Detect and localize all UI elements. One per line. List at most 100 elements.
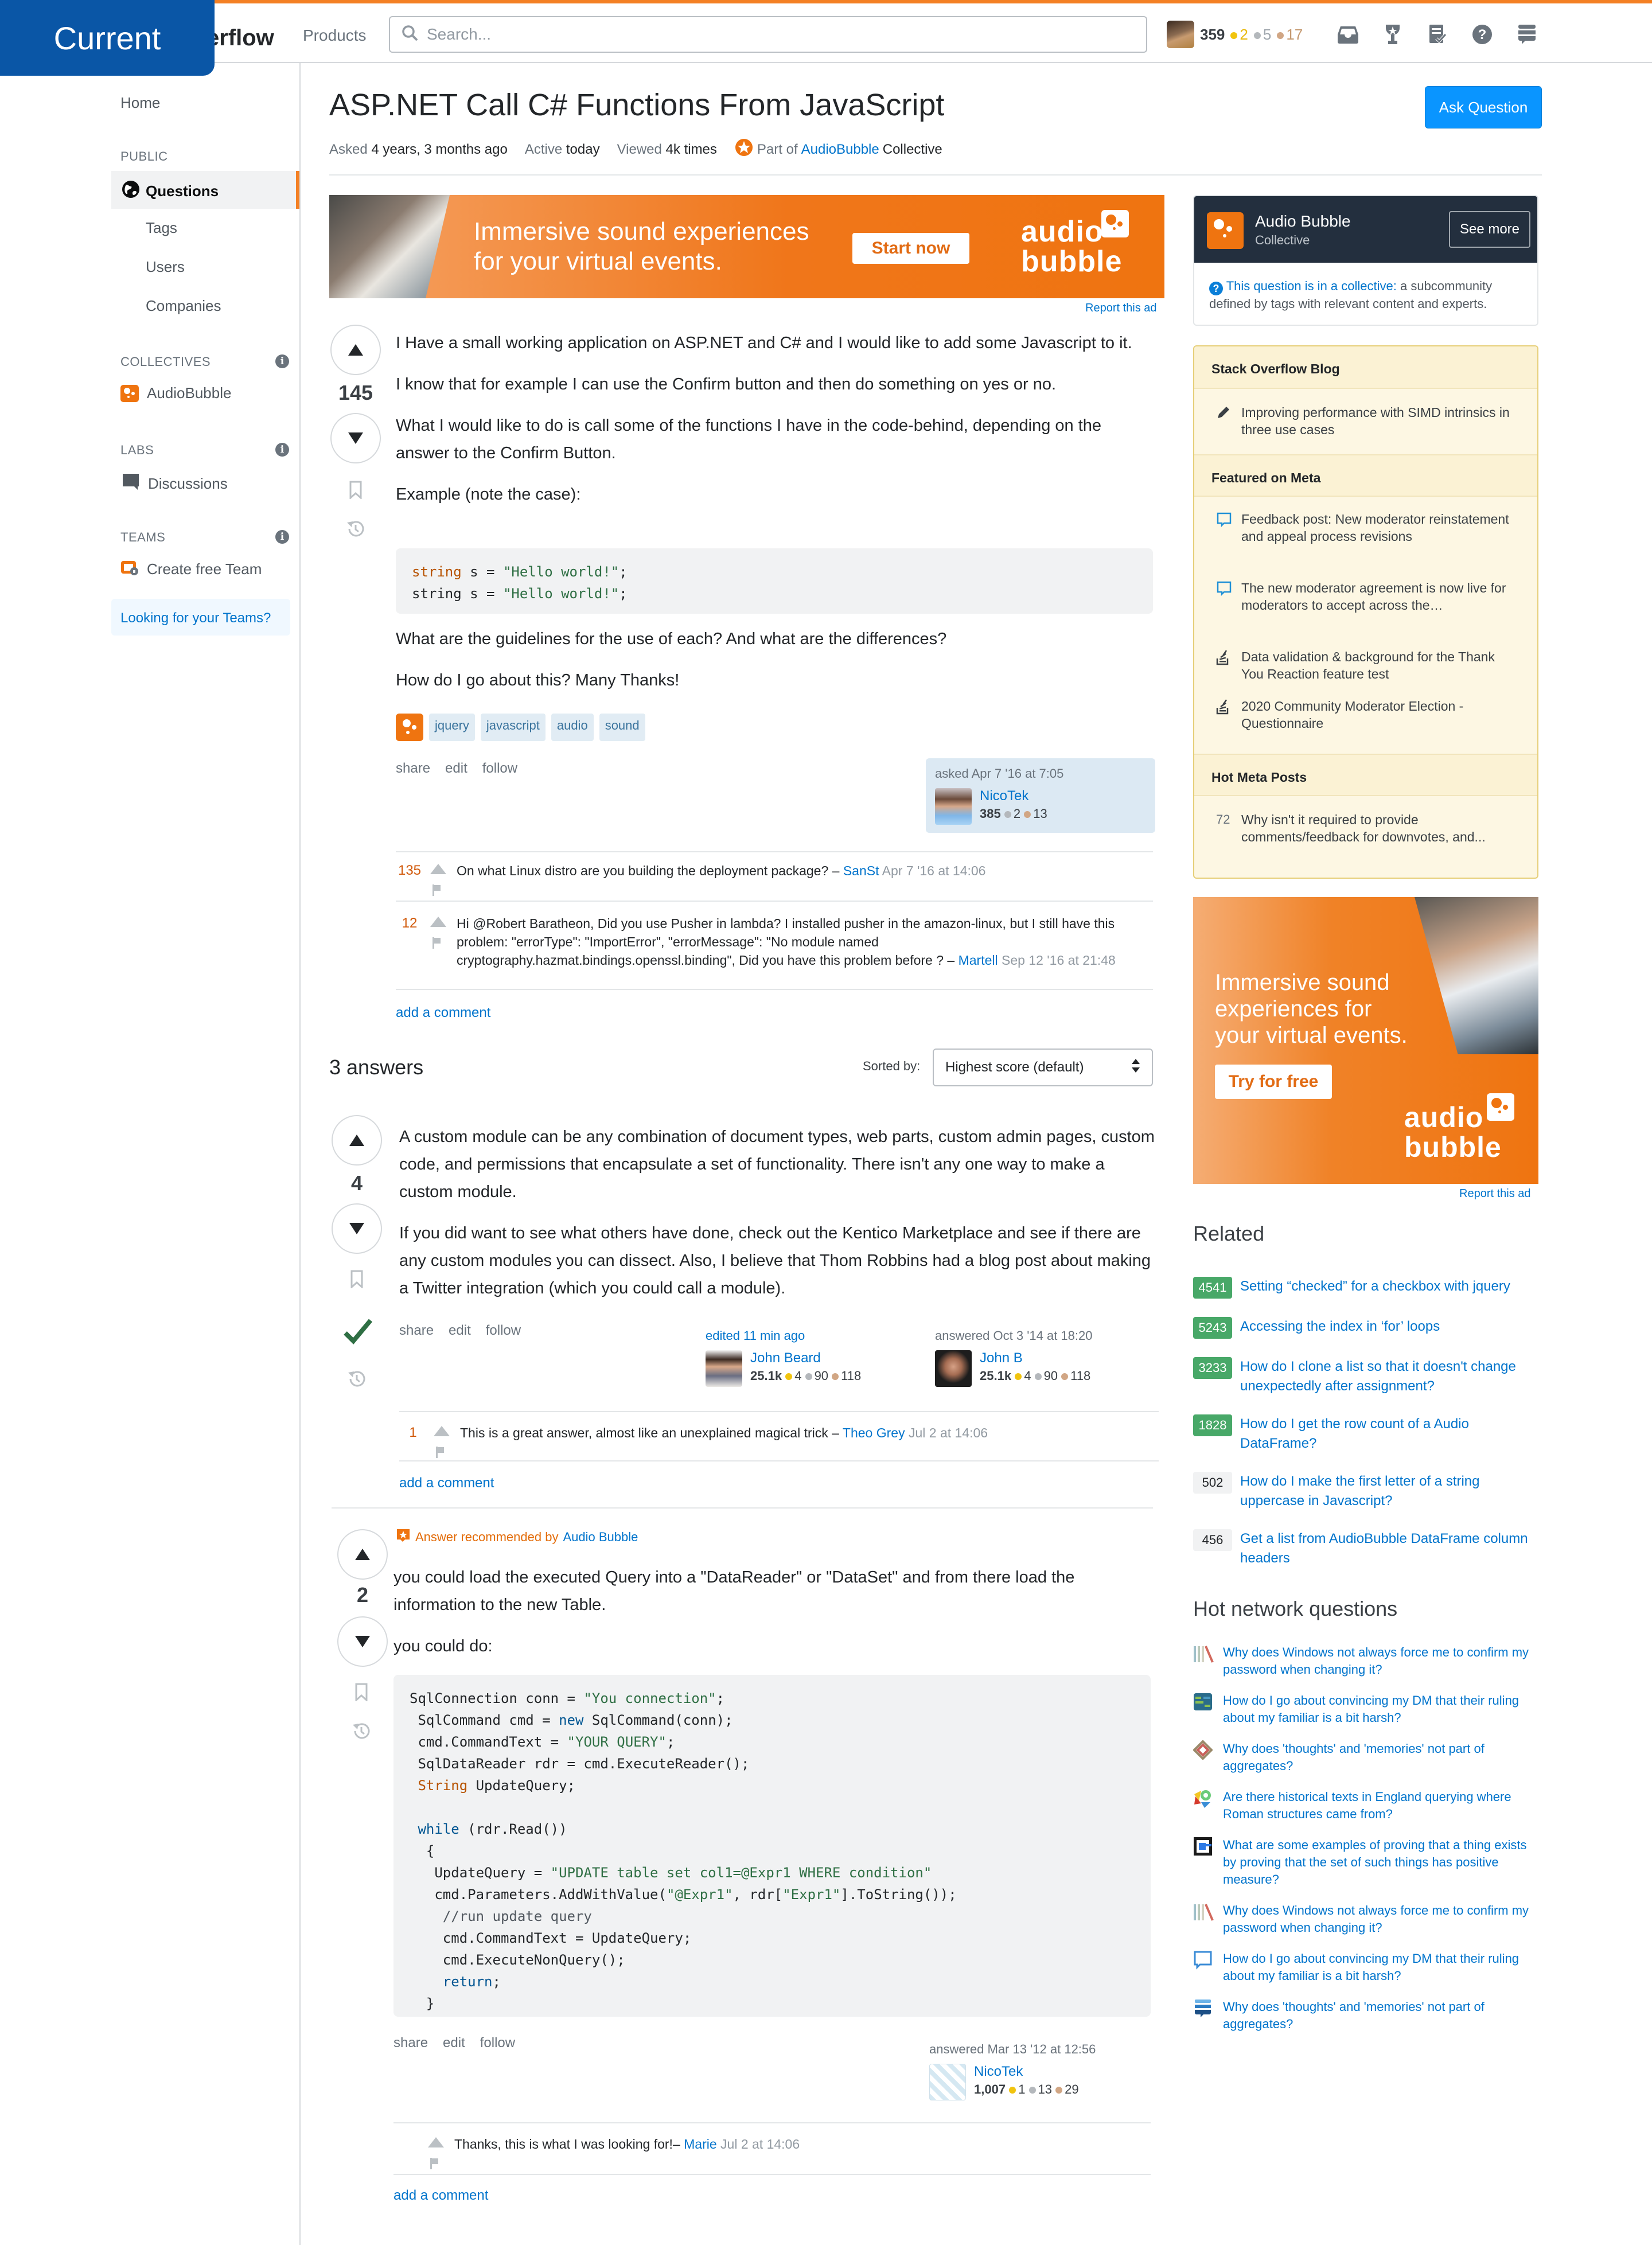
- related-item[interactable]: 4541 Setting “checked” for a checkbox wit…: [1193, 1277, 1537, 1299]
- hot-network-link[interactable]: Why does 'thoughts' and 'memories' not p…: [1223, 1740, 1537, 1775]
- comment-user-link[interactable]: Theo Grey: [843, 1425, 905, 1440]
- comment-user-link[interactable]: Martell: [959, 953, 998, 968]
- sidebar-item-home[interactable]: Home: [120, 94, 160, 112]
- answer-upvote-button[interactable]: [332, 1115, 382, 1166]
- tag-jquery[interactable]: jquery: [429, 714, 475, 741]
- collective-link[interactable]: AudioBubble: [801, 142, 879, 158]
- related-link[interactable]: How do I get the row count of a Audio Da…: [1240, 1414, 1537, 1453]
- review-icon[interactable]: [1426, 23, 1449, 46]
- hot-network-item[interactable]: How do I go about convincing my DM that …: [1193, 1692, 1537, 1726]
- user-name-link[interactable]: John Beard: [750, 1350, 861, 1366]
- site-logo[interactable]: erflow: [206, 25, 274, 51]
- hot-network-item[interactable]: Are there historical texts in England qu…: [1193, 1788, 1537, 1823]
- edit-link[interactable]: edit: [443, 2035, 465, 2051]
- user-name-link[interactable]: John B: [980, 1350, 1090, 1366]
- audiobubble-logo-icon[interactable]: [1207, 212, 1244, 249]
- flag-icon[interactable]: [436, 1444, 444, 1458]
- help-icon[interactable]: ?: [1471, 23, 1494, 46]
- comment-user-link[interactable]: SanSt: [843, 863, 879, 878]
- ad-start-now-button[interactable]: Start now: [852, 233, 969, 264]
- tag-audio[interactable]: audio: [551, 714, 594, 741]
- hot-network-item[interactable]: Why does 'thoughts' and 'memories' not p…: [1193, 1998, 1537, 2033]
- report-ad-link[interactable]: Report this ad: [1085, 302, 1157, 315]
- collective-info-link[interactable]: This question is in a collective:: [1226, 279, 1397, 293]
- teams-info-icon[interactable]: i: [275, 530, 289, 544]
- flag-icon[interactable]: [430, 2156, 438, 2169]
- sidebar-item-questions-label[interactable]: Questions: [122, 180, 219, 202]
- comment-user-link[interactable]: Marie: [684, 2137, 717, 2152]
- labs-info-icon[interactable]: i: [275, 443, 289, 457]
- related-link[interactable]: How do I make the first letter of a stri…: [1240, 1472, 1537, 1511]
- meta-item[interactable]: Feedback post: New moderator reinstateme…: [1216, 510, 1514, 545]
- avatar[interactable]: [1167, 21, 1194, 48]
- see-more-button[interactable]: See more: [1449, 211, 1530, 248]
- hot-network-item[interactable]: Why does Windows not always force me to …: [1193, 1902, 1537, 1936]
- history-icon[interactable]: [345, 1367, 368, 1390]
- search-input[interactable]: [427, 25, 1115, 44]
- related-link[interactable]: Get a list from AudioBubble DataFrame co…: [1240, 1529, 1537, 1568]
- teams-link[interactable]: Looking for your Teams?: [111, 599, 290, 636]
- related-link[interactable]: How do I clone a list so that it doesn't…: [1240, 1357, 1537, 1396]
- share-link[interactable]: share: [399, 1323, 434, 1339]
- question-upvote-button[interactable]: [330, 325, 381, 375]
- comment-upvote-icon[interactable]: [430, 917, 446, 927]
- related-item[interactable]: 456 Get a list from AudioBubble DataFrame…: [1193, 1529, 1537, 1568]
- tag-sound[interactable]: sound: [599, 714, 645, 741]
- sidebar-item-audiobubble[interactable]: AudioBubble: [120, 384, 231, 402]
- comment-upvote-icon[interactable]: [430, 864, 446, 874]
- user-card[interactable]: 359 2 5 17: [1167, 21, 1303, 48]
- banner-ad[interactable]: Immersive sound experiences for your virt…: [329, 195, 1164, 298]
- share-link[interactable]: share: [393, 2035, 428, 2051]
- share-link[interactable]: share: [396, 761, 430, 777]
- comment-upvote-icon[interactable]: [428, 2137, 444, 2147]
- sidebar-item-tags[interactable]: Tags: [146, 219, 177, 237]
- add-comment-link[interactable]: add a comment: [396, 1005, 490, 1021]
- user-avatar[interactable]: [706, 1350, 742, 1387]
- follow-link[interactable]: follow: [480, 2035, 515, 2051]
- collectives-info-icon[interactable]: i: [275, 354, 289, 368]
- user-avatar[interactable]: [935, 788, 972, 825]
- ad-try-free-button[interactable]: Try for free: [1215, 1065, 1332, 1099]
- related-link[interactable]: Setting “checked” for a checkbox with jq…: [1240, 1277, 1510, 1299]
- user-name-link[interactable]: NicoTek: [974, 2064, 1079, 2080]
- report-ad-link[interactable]: Report this ad: [1459, 1187, 1531, 1201]
- hot-meta-item[interactable]: 72 Why isn't it required to provide comm…: [1216, 811, 1514, 845]
- hot-network-link[interactable]: Why does Windows not always force me to …: [1223, 1644, 1537, 1678]
- related-item[interactable]: 1828 How do I get the row count of a Audi…: [1193, 1414, 1537, 1453]
- follow-link[interactable]: follow: [486, 1323, 521, 1339]
- hot-network-item[interactable]: How do I go about convincing my DM that …: [1193, 1950, 1537, 1985]
- hot-network-link[interactable]: Why does Windows not always force me to …: [1223, 1902, 1537, 1936]
- add-comment-link[interactable]: add a comment: [393, 2188, 488, 2204]
- hot-network-link[interactable]: How do I go about convincing my DM that …: [1223, 1692, 1537, 1726]
- add-comment-link[interactable]: add a comment: [399, 1475, 494, 1491]
- answer-downvote-button[interactable]: [337, 1616, 388, 1667]
- related-link[interactable]: Accessing the index in ‘for’ loops: [1240, 1317, 1440, 1339]
- hot-network-link[interactable]: How do I go about convincing my DM that …: [1223, 1950, 1537, 1985]
- related-item[interactable]: 5243 Accessing the index in ‘for’ loops: [1193, 1317, 1537, 1339]
- site-switcher-icon[interactable]: [1515, 23, 1538, 46]
- question-downvote-button[interactable]: [330, 413, 381, 463]
- hot-network-item[interactable]: Why does 'thoughts' and 'memories' not p…: [1193, 1740, 1537, 1775]
- comment-upvote-icon[interactable]: [434, 1426, 450, 1436]
- user-name-link[interactable]: NicoTek: [980, 788, 1047, 804]
- edit-link[interactable]: edit: [449, 1323, 471, 1339]
- achievements-icon[interactable]: [1381, 23, 1404, 46]
- tag-javascript[interactable]: javascript: [480, 714, 546, 741]
- ask-question-button[interactable]: Ask Question: [1425, 86, 1542, 128]
- user-avatar[interactable]: [929, 2064, 966, 2100]
- related-item[interactable]: 502 How do I make the first letter of a s…: [1193, 1472, 1537, 1511]
- square-ad[interactable]: Immersive sound experiences for your virtu…: [1193, 897, 1538, 1184]
- hot-network-item[interactable]: What are some examples of proving that a…: [1193, 1837, 1537, 1888]
- bookmark-icon[interactable]: [344, 478, 367, 501]
- meta-item[interactable]: 2020 Community Moderator Election - Ques…: [1216, 697, 1514, 732]
- flag-icon[interactable]: [433, 935, 441, 949]
- edit-link[interactable]: edit: [445, 761, 467, 777]
- hot-network-link[interactable]: Why does 'thoughts' and 'memories' not p…: [1223, 1998, 1537, 2033]
- sidebar-item-companies[interactable]: Companies: [146, 297, 221, 315]
- follow-link[interactable]: follow: [482, 761, 517, 777]
- recommended-by-link[interactable]: Audio Bubble: [563, 1530, 638, 1545]
- products-menu[interactable]: Products: [303, 26, 367, 45]
- flag-icon[interactable]: [433, 882, 441, 896]
- inbox-icon[interactable]: [1337, 23, 1359, 46]
- hot-network-link[interactable]: Are there historical texts in England qu…: [1223, 1788, 1537, 1823]
